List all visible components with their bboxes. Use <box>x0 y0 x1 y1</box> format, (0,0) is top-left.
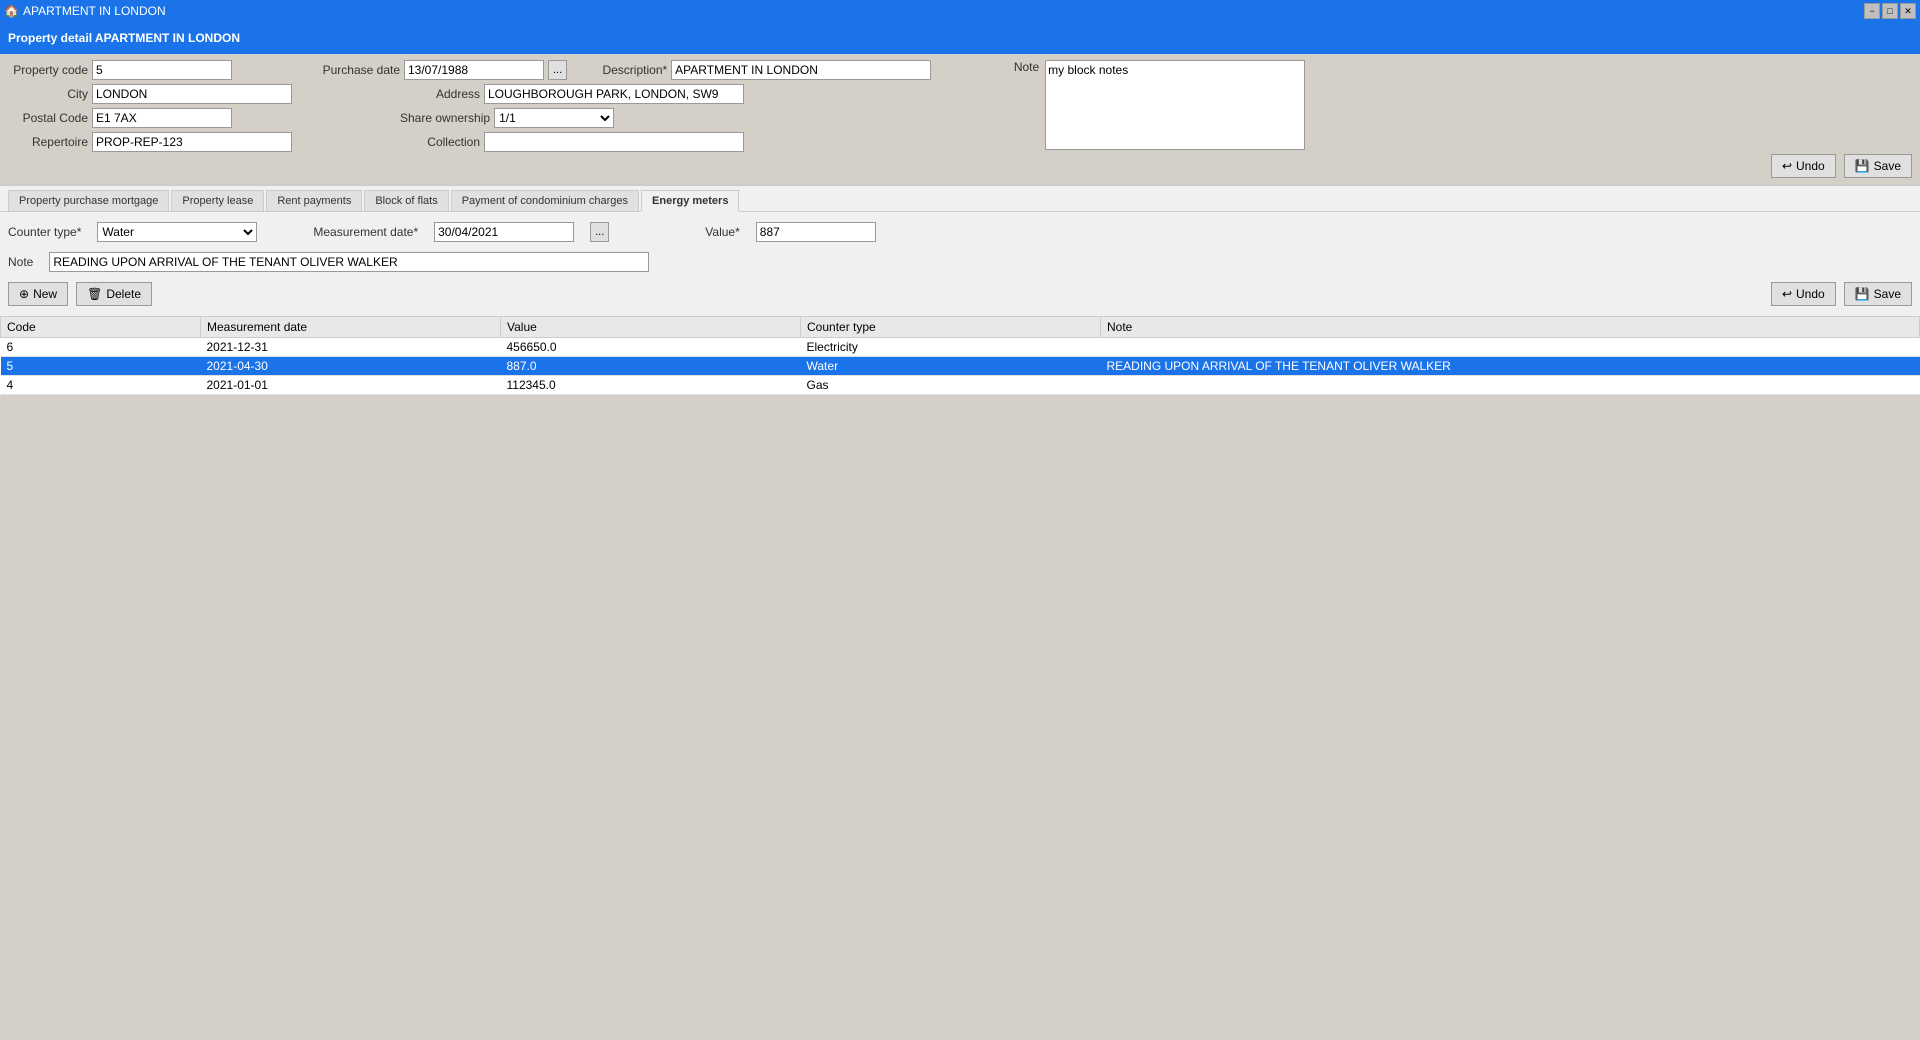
share-ownership-select[interactable]: 1/1 <box>494 108 614 128</box>
tabs-section: Property purchase mortgage Property leas… <box>0 185 1920 212</box>
address-input[interactable] <box>484 84 744 104</box>
energy-undo-button[interactable]: ↩ Undo <box>1771 282 1836 306</box>
energy-undo-icon: ↩ <box>1782 287 1792 301</box>
postal-code-label: Postal Code <box>8 111 88 125</box>
property-fields-section: Property code City Postal Code Repertoir… <box>0 54 1920 184</box>
share-ownership-label: Share ownership <box>400 111 490 125</box>
address-label: Address <box>400 87 480 101</box>
postal-code-input[interactable] <box>92 108 232 128</box>
description-label: Description* <box>587 63 667 77</box>
new-button[interactable]: ⊕ New <box>8 282 68 306</box>
page-header: Property detail APARTMENT IN LONDON <box>0 22 1920 54</box>
tab-condominium[interactable]: Payment of condominium charges <box>451 190 639 211</box>
tab-energy[interactable]: Energy meters <box>641 190 739 212</box>
city-input[interactable] <box>92 84 292 104</box>
purchase-date-picker-button[interactable]: ... <box>548 60 567 80</box>
collection-label: Collection <box>400 135 480 149</box>
energy-save-button[interactable]: 💾 Save <box>1844 282 1912 306</box>
city-label: City <box>8 87 88 101</box>
tab-mortgage[interactable]: Property purchase mortgage <box>8 190 169 211</box>
repertoire-input[interactable] <box>92 132 292 152</box>
value-input[interactable] <box>756 222 876 242</box>
middle-fields: Purchase date ... Description* Address S… <box>320 60 931 156</box>
title-bar: 🏠 APARTMENT IN LONDON − □ ✕ <box>0 0 1920 22</box>
tab-block[interactable]: Block of flats <box>364 190 448 211</box>
delete-button[interactable]: 🗑 Delete <box>76 282 152 306</box>
measurement-date-label: Measurement date* <box>313 225 418 239</box>
value-label: Value* <box>705 225 739 239</box>
right-fields: Note my block notes ↩ Undo 💾 Save <box>959 60 1912 182</box>
counter-type-label: Counter type* <box>8 225 81 239</box>
tab-lease[interactable]: Property lease <box>171 190 264 211</box>
col-header-code: Code <box>1 317 201 338</box>
property-code-input[interactable] <box>92 60 232 80</box>
close-button[interactable]: ✕ <box>1900 3 1916 19</box>
tab-rent[interactable]: Rent payments <box>266 190 362 211</box>
purchase-date-label: Purchase date <box>320 63 400 77</box>
new-icon: ⊕ <box>19 287 29 301</box>
property-undo-button[interactable]: ↩ Undo <box>1771 154 1836 178</box>
measurement-date-picker-button[interactable]: ... <box>590 222 609 242</box>
col-header-value: Value <box>501 317 801 338</box>
repertoire-label: Repertoire <box>8 135 88 149</box>
note-textarea[interactable]: my block notes <box>1045 60 1305 150</box>
undo-icon: ↩ <box>1782 159 1792 173</box>
energy-save-icon: 💾 <box>1855 287 1870 301</box>
save-icon: 💾 <box>1855 159 1870 173</box>
left-fields: Property code City Postal Code Repertoir… <box>8 60 292 156</box>
note-label: Note <box>959 60 1039 74</box>
restore-button[interactable]: □ <box>1882 3 1898 19</box>
app-title: APARTMENT IN LONDON <box>23 4 166 18</box>
energy-note-label: Note <box>8 255 33 269</box>
property-save-button[interactable]: 💾 Save <box>1844 154 1912 178</box>
measurement-date-input[interactable] <box>434 222 574 242</box>
energy-meters-form: Counter type* Water Electricity Gas Meas… <box>0 212 1920 316</box>
purchase-date-input[interactable] <box>404 60 544 80</box>
energy-meters-table: Code Measurement date Value Counter type… <box>0 316 1920 395</box>
table-row[interactable]: 62021-12-31456650.0Electricity <box>1 338 1920 357</box>
minimize-button[interactable]: − <box>1864 3 1880 19</box>
energy-note-input[interactable] <box>49 252 649 272</box>
app-icon: 🏠 <box>4 4 19 18</box>
table-row[interactable]: 52021-04-30887.0WaterREADING UPON ARRIVA… <box>1 357 1920 376</box>
page-title: Property detail APARTMENT IN LONDON <box>8 31 240 45</box>
table-row[interactable]: 42021-01-01112345.0Gas <box>1 376 1920 395</box>
delete-icon: 🗑 <box>87 287 102 301</box>
col-header-counter-type: Counter type <box>801 317 1101 338</box>
property-code-label: Property code <box>8 63 88 77</box>
collection-input[interactable] <box>484 132 744 152</box>
col-header-note: Note <box>1101 317 1920 338</box>
description-input[interactable] <box>671 60 931 80</box>
counter-type-select[interactable]: Water Electricity Gas <box>97 222 257 242</box>
col-header-measurement-date: Measurement date <box>201 317 501 338</box>
